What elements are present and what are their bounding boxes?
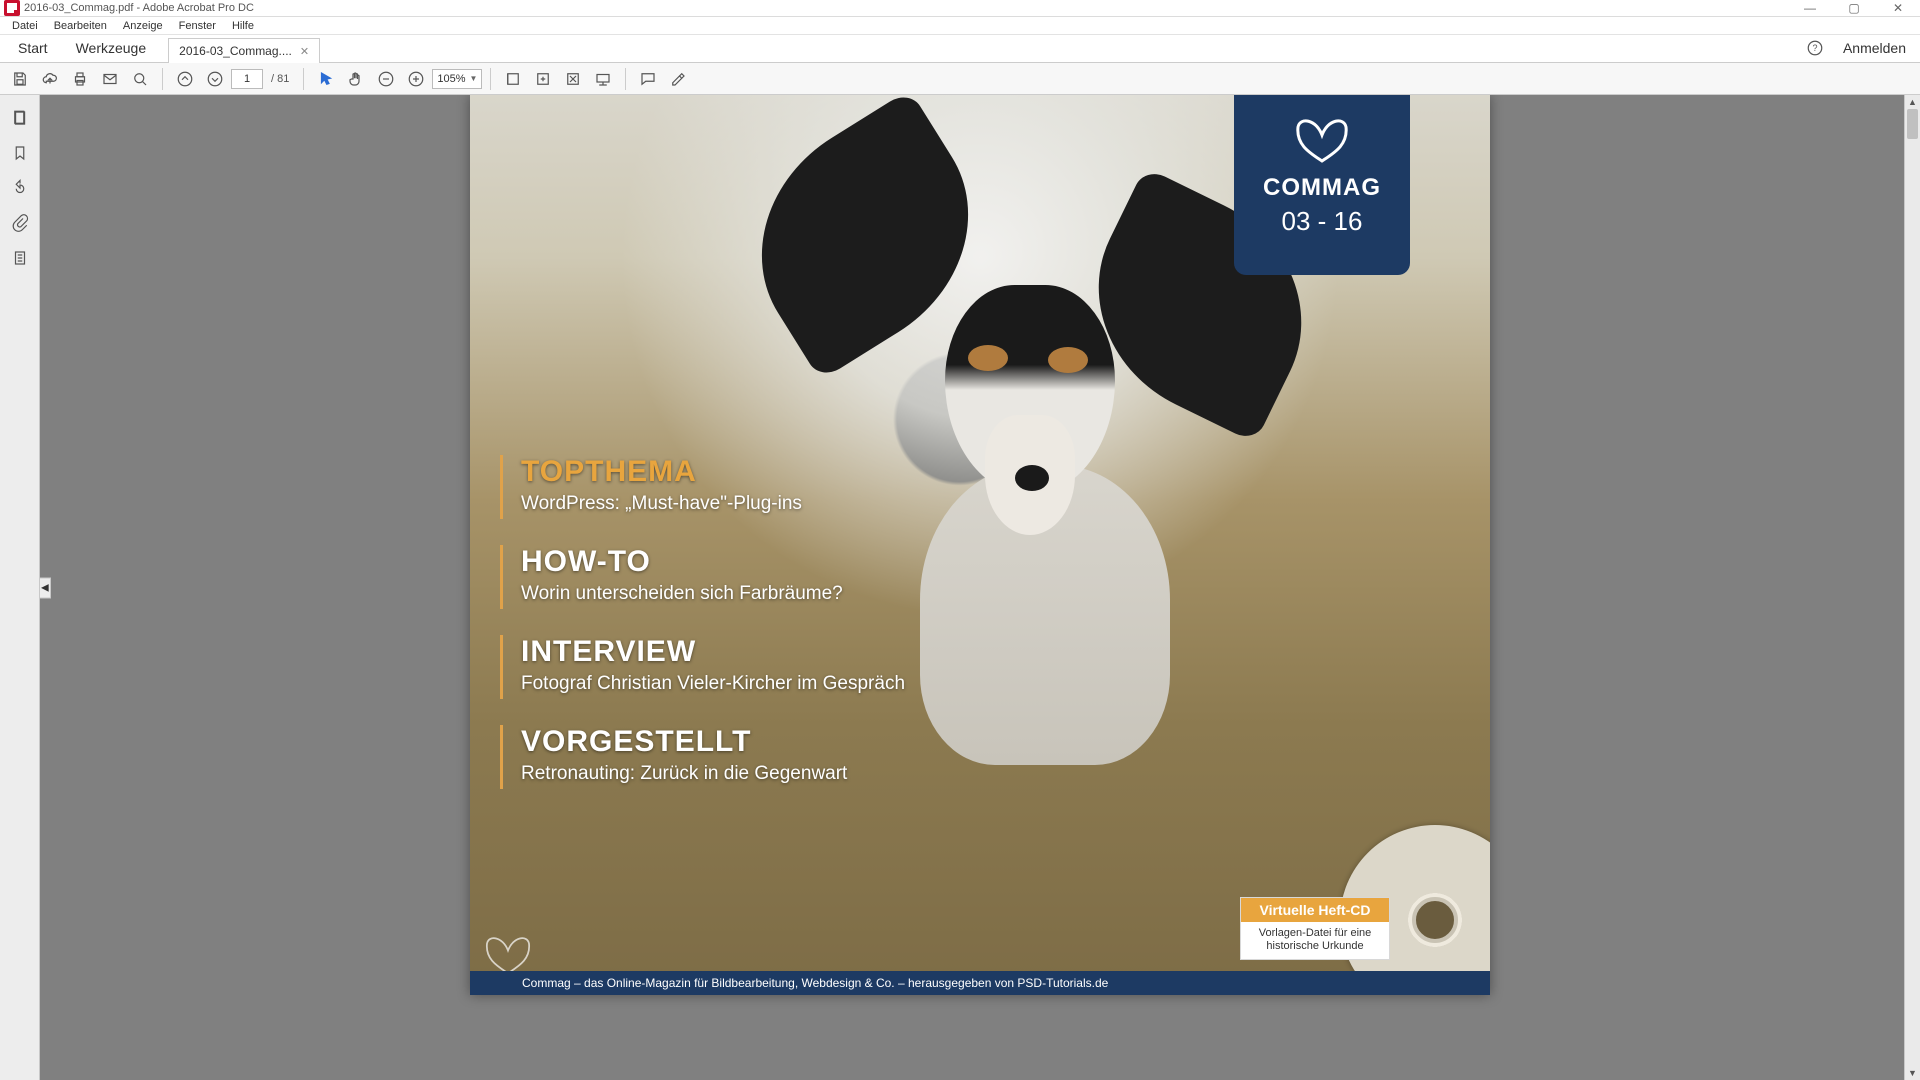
vertical-scrollbar[interactable]: ▲ ▼ [1904, 95, 1920, 1080]
fit-page-button[interactable] [529, 65, 557, 93]
menu-help[interactable]: Hilfe [224, 17, 262, 34]
login-button[interactable]: Anmelden [1829, 34, 1920, 62]
pdf-page: COMMAG 03 - 16 TOPTHEMA WordPress: „Must… [470, 95, 1490, 995]
email-button[interactable] [96, 65, 124, 93]
cloud-button[interactable] [36, 65, 64, 93]
cover-section: VORGESTELLT Retronauting: Zurück in die … [500, 725, 1060, 789]
page-number-input[interactable]: 1 [231, 69, 263, 89]
zoom-select[interactable]: 105% ▼ [432, 69, 482, 89]
section-heading: VORGESTELLT [521, 725, 1060, 759]
cd-label: Virtuelle Heft-CD Vorlagen-Datei für ein… [1240, 897, 1390, 961]
tab-document-label: 2016-03_Commag.... [179, 44, 292, 58]
window-title: 2016-03_Commag.pdf - Adobe Acrobat Pro D… [24, 2, 1788, 14]
svg-text:?: ? [1812, 43, 1817, 53]
fit-width-button[interactable] [499, 65, 527, 93]
highlight-button[interactable] [664, 65, 692, 93]
help-icon: ? [1806, 39, 1824, 57]
cover-section: INTERVIEW Fotograf Christian Vieler-Kirc… [500, 635, 1060, 699]
zoom-in-button[interactable] [402, 65, 430, 93]
window-minimize-button[interactable]: — [1788, 0, 1832, 16]
page-down-button[interactable] [201, 65, 229, 93]
workspace: ◀ COMMAG 03 - 16 TOPTHEMA [0, 95, 1920, 1080]
menu-bar: Datei Bearbeiten Anzeige Fenster Hilfe [0, 17, 1920, 35]
select-tool-button[interactable] [312, 65, 340, 93]
butterfly-icon [1290, 113, 1354, 165]
section-sub: Retronauting: Zurück in die Gegenwart [521, 763, 1060, 785]
fit-visible-button[interactable] [559, 65, 587, 93]
main-toolbar: 1 / 81 105% ▼ [0, 63, 1920, 95]
bookmarks-panel-button[interactable] [11, 144, 29, 165]
collapse-left-icon[interactable]: ◀ [40, 577, 51, 598]
tab-start[interactable]: Start [4, 34, 62, 62]
cover-footer: Commag – das Online-Magazin für Bildbear… [470, 971, 1490, 995]
section-sub: Fotograf Christian Vieler-Kircher im Ges… [521, 673, 1060, 695]
scroll-thumb[interactable] [1907, 109, 1918, 139]
scroll-down-icon[interactable]: ▼ [1905, 1066, 1920, 1080]
read-mode-button[interactable] [589, 65, 617, 93]
attachments-panel-button[interactable] [11, 214, 29, 235]
layers-panel-button[interactable] [11, 249, 29, 270]
hand-tool-button[interactable] [342, 65, 370, 93]
cd-label-title: Virtuelle Heft-CD [1241, 898, 1389, 922]
magazine-title: COMMAG [1234, 174, 1410, 202]
search-button[interactable] [126, 65, 154, 93]
section-sub: Worin unterscheiden sich Farbräume? [521, 583, 1060, 605]
window-close-button[interactable]: ✕ [1876, 0, 1920, 16]
save-button[interactable] [6, 65, 34, 93]
menu-edit[interactable]: Bearbeiten [46, 17, 115, 34]
chevron-down-icon: ▼ [469, 74, 477, 83]
scroll-up-icon[interactable]: ▲ [1905, 95, 1920, 109]
app-icon [4, 0, 20, 16]
window-titlebar: 2016-03_Commag.pdf - Adobe Acrobat Pro D… [0, 0, 1920, 17]
section-sub: WordPress: „Must-have"-Plug-ins [521, 493, 1060, 515]
cover-headlines: TOPTHEMA WordPress: „Must-have"-Plug-ins… [500, 455, 1060, 815]
section-heading: TOPTHEMA [521, 455, 1060, 489]
document-viewport[interactable]: ◀ COMMAG 03 - 16 TOPTHEMA [40, 95, 1920, 1080]
comment-button[interactable] [634, 65, 662, 93]
menu-file[interactable]: Datei [4, 17, 46, 34]
cover-section: HOW-TO Worin unterscheiden sich Farbräum… [500, 545, 1060, 609]
cover-section: TOPTHEMA WordPress: „Must-have"-Plug-ins [500, 455, 1060, 519]
rotate-view-button[interactable] [11, 179, 29, 200]
page-count-label: / 81 [271, 73, 289, 85]
section-heading: HOW-TO [521, 545, 1060, 579]
section-heading: INTERVIEW [521, 635, 1060, 669]
cd-label-body: Vorlagen-Datei für eine historische Urku… [1241, 922, 1389, 960]
magazine-badge: COMMAG 03 - 16 [1234, 95, 1410, 275]
page-up-button[interactable] [171, 65, 199, 93]
magazine-issue: 03 - 16 [1234, 206, 1410, 237]
print-button[interactable] [66, 65, 94, 93]
zoom-out-button[interactable] [372, 65, 400, 93]
menu-view[interactable]: Anzeige [115, 17, 171, 34]
help-button[interactable]: ? [1801, 34, 1829, 62]
tab-tools[interactable]: Werkzeuge [62, 34, 161, 62]
tab-strip: Start Werkzeuge 2016-03_Commag.... ✕ ? A… [0, 35, 1920, 63]
tab-document[interactable]: 2016-03_Commag.... ✕ [168, 38, 320, 63]
menu-window[interactable]: Fenster [171, 17, 224, 34]
navigation-pane [0, 95, 40, 1080]
zoom-value-label: 105% [437, 73, 465, 85]
thumbnails-panel-button[interactable] [11, 109, 29, 130]
tab-close-icon[interactable]: ✕ [300, 45, 309, 58]
cd-promo: Virtuelle Heft-CD Vorlagen-Datei für ein… [1240, 897, 1490, 961]
window-maximize-button[interactable]: ▢ [1832, 0, 1876, 16]
